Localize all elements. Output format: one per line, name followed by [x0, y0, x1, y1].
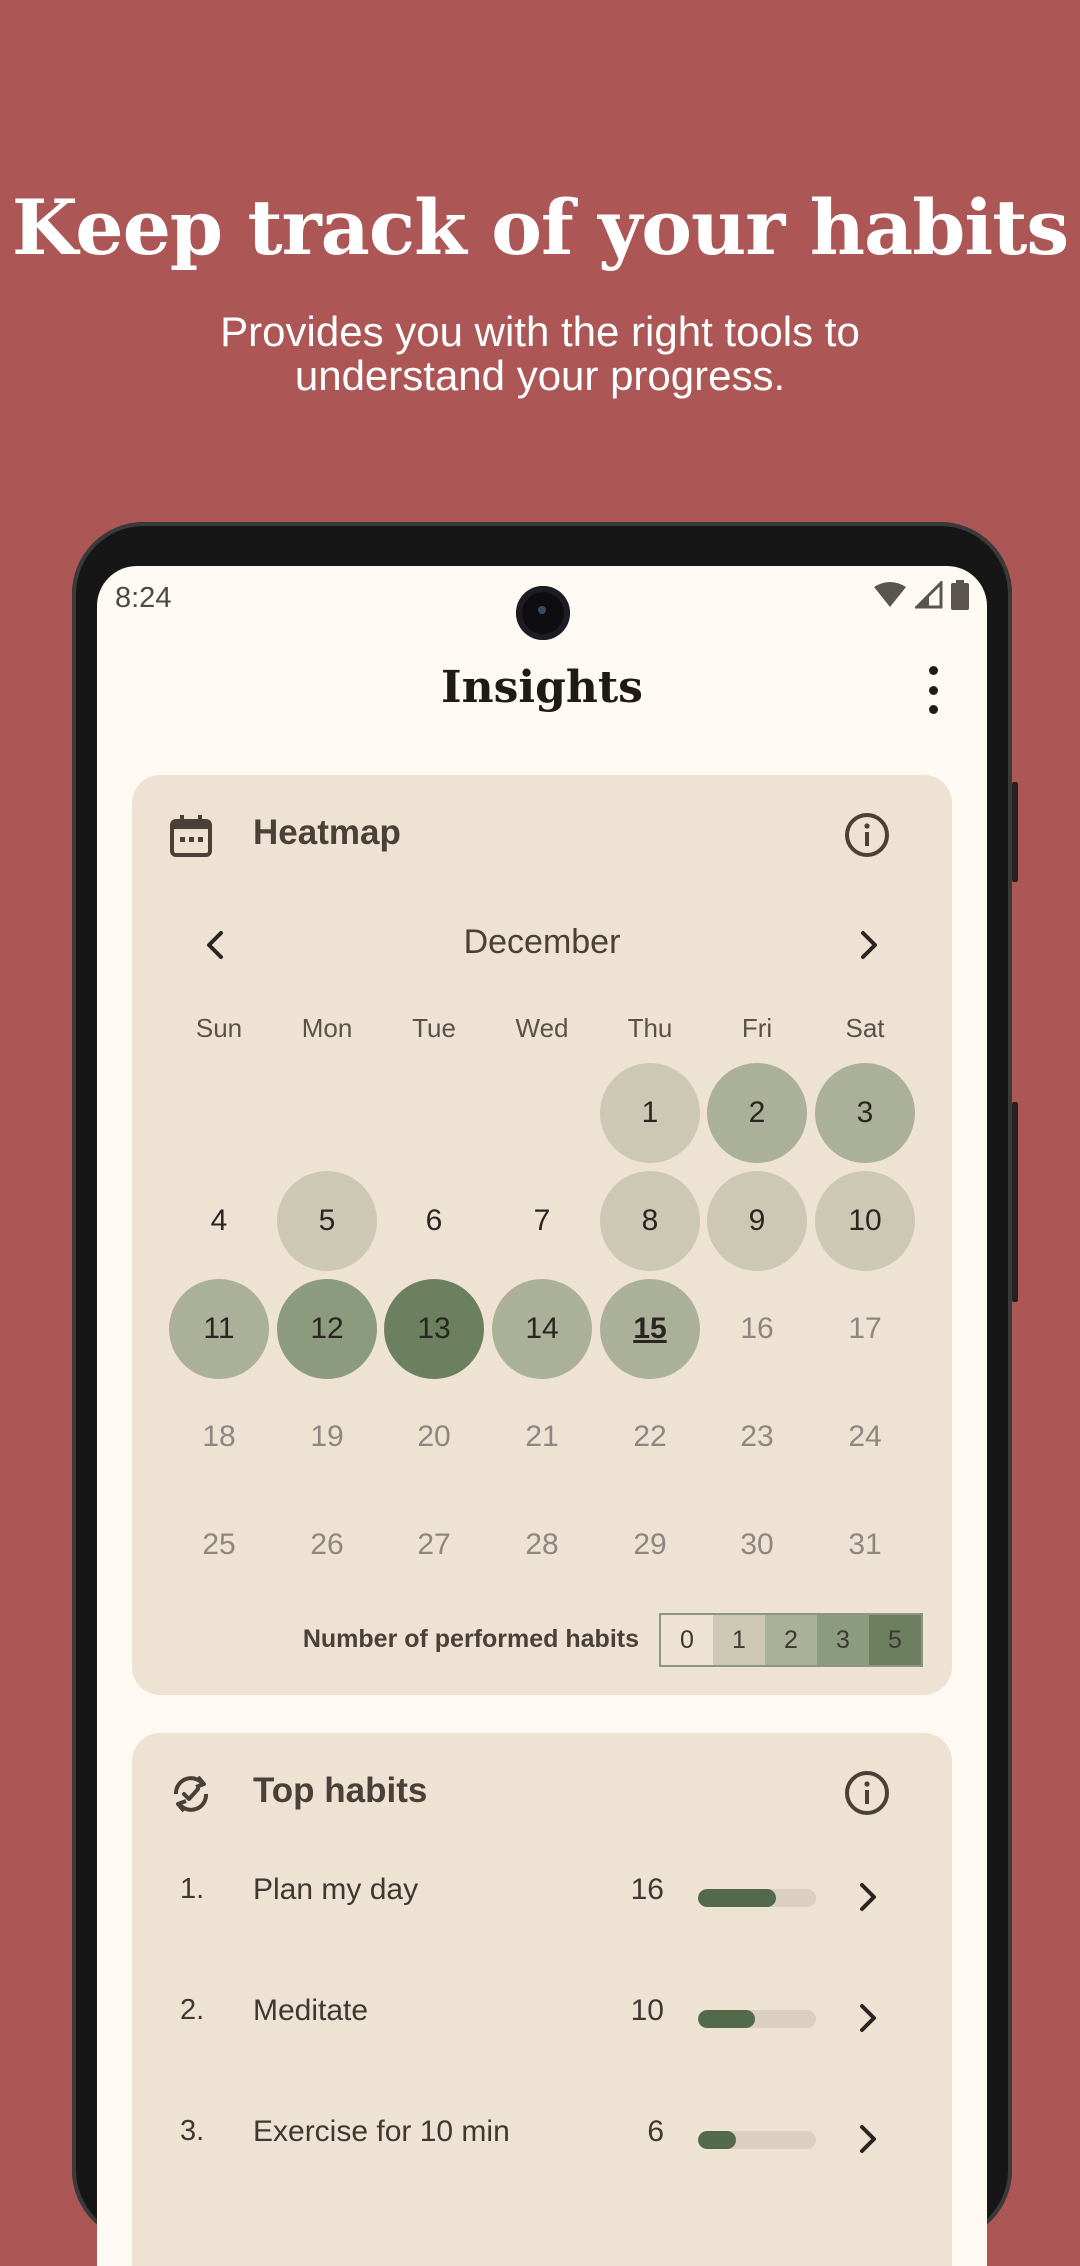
- habit-row[interactable]: 2. Meditate 10: [132, 1984, 952, 2044]
- calendar-day[interactable]: 27: [384, 1495, 484, 1595]
- calendar-day[interactable]: 17: [815, 1279, 915, 1379]
- promo-title: Keep track of your habits: [11, 183, 1069, 272]
- chevron-right-icon[interactable]: [844, 1995, 890, 2041]
- calendar-day[interactable]: 14: [492, 1279, 592, 1379]
- calendar-day[interactable]: 22: [600, 1387, 700, 1487]
- power-button: [1012, 782, 1018, 882]
- calendar-day[interactable]: 8: [600, 1171, 700, 1271]
- calendar-day[interactable]: 31: [815, 1495, 915, 1595]
- status-time: 8:24: [115, 582, 172, 614]
- calendar-day[interactable]: 16: [707, 1279, 807, 1379]
- calendar-day[interactable]: 1: [600, 1063, 700, 1163]
- calendar-day[interactable]: 7: [492, 1171, 592, 1271]
- habit-count: 16: [630, 1873, 664, 1906]
- calendar-day[interactable]: 6: [384, 1171, 484, 1271]
- calendar-day[interactable]: 30: [707, 1495, 807, 1595]
- top-habits-card: Top habits 1. Plan my day 16 2. Meditate…: [132, 1733, 952, 2266]
- cycle-check-icon: [174, 1775, 208, 1813]
- calendar-day[interactable]: 4: [169, 1171, 269, 1271]
- heatmap-grid: 1 2 3 4 5 6 7 8 9 10 11 12 13 14 15 16 17 18 19 20 21 22 23 24 2…: [132, 775, 952, 1575]
- legend-label: Number of performed habits: [302, 1625, 639, 1653]
- phone-frame: 8:24 Insights Heatmap December Sun Mon T…: [72, 522, 1018, 2266]
- legend-swatch: 0: [661, 1615, 713, 1665]
- habit-progress-fill: [698, 1889, 776, 1907]
- chevron-right-icon[interactable]: [844, 1874, 890, 1920]
- habit-progress-fill: [698, 2131, 736, 2149]
- top-habits-title: Top habits: [253, 1771, 428, 1810]
- habit-count: 10: [630, 1994, 664, 2027]
- cellular-signal-icon: [915, 581, 943, 609]
- calendar-day[interactable]: 24: [815, 1387, 915, 1487]
- legend-swatch: 3: [817, 1615, 869, 1665]
- habit-count: 6: [647, 2115, 664, 2148]
- calendar-day[interactable]: 13: [384, 1279, 484, 1379]
- chevron-right-icon[interactable]: [844, 2116, 890, 2162]
- habit-name: Meditate: [253, 1994, 369, 2027]
- calendar-day[interactable]: 18: [169, 1387, 269, 1487]
- heatmap-card: Heatmap December Sun Mon Tue Wed Thu Fri…: [132, 775, 952, 1695]
- status-icons: [873, 580, 969, 610]
- calendar-day[interactable]: 29: [600, 1495, 700, 1595]
- legend-swatch: 1: [713, 1615, 765, 1665]
- habit-row[interactable]: 3. Exercise for 10 min 6: [132, 2105, 952, 2165]
- wifi-icon: [874, 582, 906, 607]
- calendar-day[interactable]: 12: [277, 1279, 377, 1379]
- legend-swatch: 5: [869, 1615, 921, 1665]
- more-vertical-icon[interactable]: [921, 666, 945, 714]
- habit-progress-bar: [698, 2010, 816, 2028]
- calendar-day[interactable]: 3: [815, 1063, 915, 1163]
- habit-progress-bar: [698, 2131, 816, 2149]
- calendar-day[interactable]: 19: [277, 1387, 377, 1487]
- calendar-day[interactable]: 2: [707, 1063, 807, 1163]
- legend-scale: 01235: [659, 1613, 923, 1667]
- phone-screen: 8:24 Insights Heatmap December Sun Mon T…: [97, 566, 987, 2266]
- calendar-day[interactable]: 15: [600, 1279, 700, 1379]
- screen-title: Insights: [441, 662, 643, 713]
- calendar-day[interactable]: 5: [277, 1171, 377, 1271]
- volume-button: [1012, 1102, 1018, 1302]
- calendar-day[interactable]: 26: [277, 1495, 377, 1595]
- calendar-day[interactable]: 20: [384, 1387, 484, 1487]
- calendar-day[interactable]: 28: [492, 1495, 592, 1595]
- habit-progress-bar: [698, 1889, 816, 1907]
- habit-row[interactable]: 1. Plan my day 16: [132, 1863, 952, 1923]
- habit-rank: 1.: [180, 1873, 205, 1905]
- camera-cutout: [516, 586, 570, 640]
- battery-icon: [951, 580, 969, 610]
- calendar-day[interactable]: 23: [707, 1387, 807, 1487]
- habit-name: Exercise for 10 min: [253, 2115, 510, 2148]
- calendar-day[interactable]: 10: [815, 1171, 915, 1271]
- habit-rank: 2.: [180, 1994, 205, 2026]
- habit-progress-fill: [698, 2010, 755, 2028]
- info-icon[interactable]: [844, 1770, 890, 1816]
- habit-name: Plan my day: [253, 1873, 419, 1906]
- calendar-day[interactable]: 25: [169, 1495, 269, 1595]
- habit-rank: 3.: [180, 2115, 205, 2147]
- legend-swatch: 2: [765, 1615, 817, 1665]
- calendar-day[interactable]: 11: [169, 1279, 269, 1379]
- heatmap-legend: Number of performed habits 01235: [132, 1613, 952, 1667]
- top-habits-header: Top habits: [132, 1733, 952, 1853]
- calendar-day[interactable]: 21: [492, 1387, 592, 1487]
- promo-subtitle: Provides you with the right tools to und…: [220, 308, 860, 399]
- calendar-day[interactable]: 9: [707, 1171, 807, 1271]
